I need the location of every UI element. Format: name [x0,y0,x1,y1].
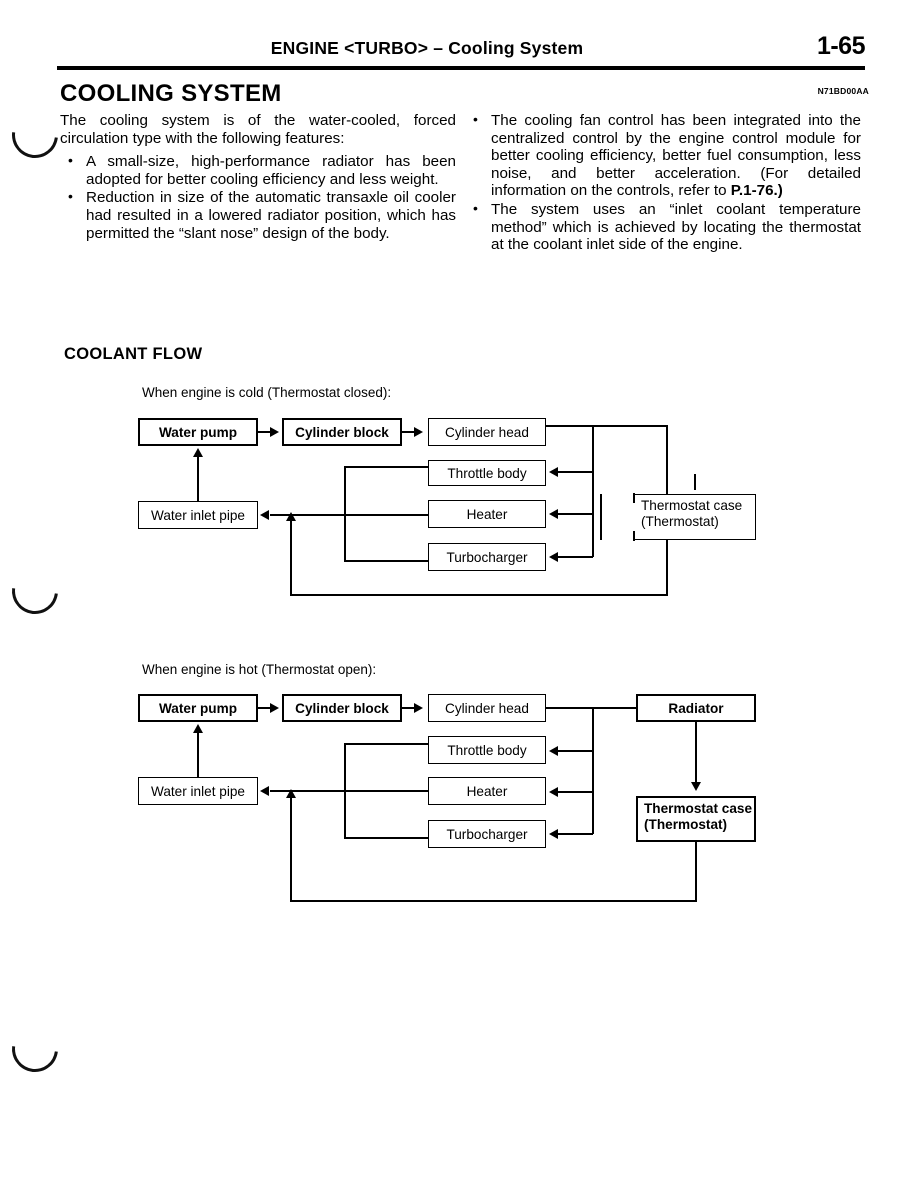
coolant-flow-heading: COOLANT FLOW [64,345,203,363]
link-bus-to-heater [558,513,593,515]
link-pump-to-block [258,431,274,433]
thermostat-case-label-line2: (Thermostat) [644,817,728,832]
document-page: ENGINE <TURBO> – Cooling System 1-65 COO… [0,0,921,1200]
link-turbo-to-collector [344,837,430,839]
list-item: The cooling fan control has been integra… [465,111,861,200]
arrow-collector-to-inlet [260,510,269,520]
link-radiator-to-thermostat [695,722,697,782]
arrow-to-heater [549,787,558,797]
arrow-to-throttle-body [549,746,558,756]
link-heater-to-inlet [270,514,430,516]
link-turbo-to-collector [344,560,430,562]
link-block-to-head [402,431,418,433]
node-turbocharger-cold: Turbocharger [428,543,546,571]
intro-bullet-list-left: A small-size, high-performance radiator … [60,152,456,242]
node-cylinder-head-hot: Cylinder head [428,694,546,722]
arrow-inlet-to-pump [193,448,203,457]
arrow-to-throttle-body [549,467,558,477]
node-thermostat-case-cold: Thermostat case (Thermostat) [633,493,756,541]
binder-crescent-artifact [2,1016,68,1082]
arrow-collector-to-inlet [260,786,269,796]
node-cylinder-head-cold: Cylinder head [428,418,546,446]
link-throttle-to-collector [344,466,430,468]
node-water-inlet-pipe-cold: Water inlet pipe [138,501,258,529]
arrow-block-to-head [414,427,423,437]
link-bottom-return [290,594,668,596]
list-item: The system uses an “inlet coolant temper… [465,200,861,254]
node-water-inlet-pipe-hot: Water inlet pipe [138,777,258,805]
link-distribution-bus [592,425,594,557]
link-bottom-return [290,900,697,902]
node-throttle-body-cold: Throttle body [428,460,546,486]
bullet-text: The cooling fan control has been integra… [491,112,861,200]
arrow-pump-to-block [270,703,279,713]
link-throttle-to-collector [344,743,430,745]
link-inlet-to-pump [197,455,199,501]
node-water-pump-hot: Water pump [138,694,258,722]
link-distribution-bus [592,707,594,834]
blocked-flow-mark [600,494,603,540]
node-cylinder-block-cold: Cylinder block [282,418,402,446]
intro-column-right: The cooling fan control has been integra… [465,111,861,255]
intro-column-left: The cooling system is of the water-coole… [60,112,456,243]
page-header: ENGINE <TURBO> – Cooling System 1-65 [57,32,866,68]
arrow-return-to-inlet-line [286,512,296,521]
arrow-inlet-to-pump [193,724,203,733]
link-bus-to-throttle [558,471,593,473]
node-heater-cold: Heater [428,500,546,528]
link-thermostat-down [695,842,697,902]
thermostat-case-label-line2: (Thermostat) [641,514,719,529]
link-heater-to-inlet [270,790,430,792]
arrow-block-to-head [414,703,423,713]
arrow-to-turbocharger [549,552,558,562]
node-water-pump-cold: Water pump [138,418,258,446]
link-right-down [666,425,668,595]
arrow-radiator-to-thermostat [691,782,701,791]
link-collector-vertical [344,466,346,561]
diagram-cold-caption: When engine is cold (Thermostat closed): [142,385,392,400]
intro-lead: The cooling system is of the water-coole… [60,112,456,147]
node-turbocharger-hot: Turbocharger [428,820,546,848]
link-collector-vertical [344,743,346,838]
arrow-return-to-inlet-line [286,789,296,798]
list-item: Reduction in size of the automatic trans… [60,188,456,242]
link-bus-to-turbo [558,556,593,558]
binder-crescent-artifact [2,558,68,624]
thermostat-case-label-line1: Thermostat case [641,498,743,513]
link-head-to-radiator [546,707,636,709]
link-pump-to-block [258,707,274,709]
diagram-hot-caption: When engine is hot (Thermostat open): [142,662,377,677]
intro-bullet-list-right: The cooling fan control has been integra… [465,111,861,254]
node-throttle-body-hot: Throttle body [428,736,546,764]
link-inlet-to-pump [197,731,199,777]
link-return-up [290,520,292,595]
link-block-to-head [402,707,418,709]
arrow-to-turbocharger [549,829,558,839]
arrow-pump-to-block [270,427,279,437]
link-return-up [290,797,292,901]
node-thermostat-case-hot: Thermostat case (Thermostat) [636,796,756,842]
link-bus-to-heater [558,791,593,793]
header-divider [57,66,865,70]
page-title: COOLING SYSTEM [60,80,282,107]
link-bus-to-throttle [558,750,593,752]
list-item: A small-size, high-performance radiator … [60,152,456,188]
binder-crescent-artifact [2,102,68,168]
link-bus-to-turbo [558,833,593,835]
document-code: N71BD00AA [817,86,869,96]
node-radiator-hot: Radiator [636,694,756,722]
node-cylinder-block-hot: Cylinder block [282,694,402,722]
arrow-to-heater [549,509,558,519]
page-number: 1-65 [816,32,866,60]
node-heater-hot: Heater [428,777,546,805]
thermostat-case-label-line1: Thermostat case [644,801,753,816]
header-title: ENGINE <TURBO> – Cooling System [270,38,584,58]
link-head-right [546,425,668,427]
cross-reference: P.1-76.) [730,182,783,200]
thermostat-stem-mark [694,474,697,490]
